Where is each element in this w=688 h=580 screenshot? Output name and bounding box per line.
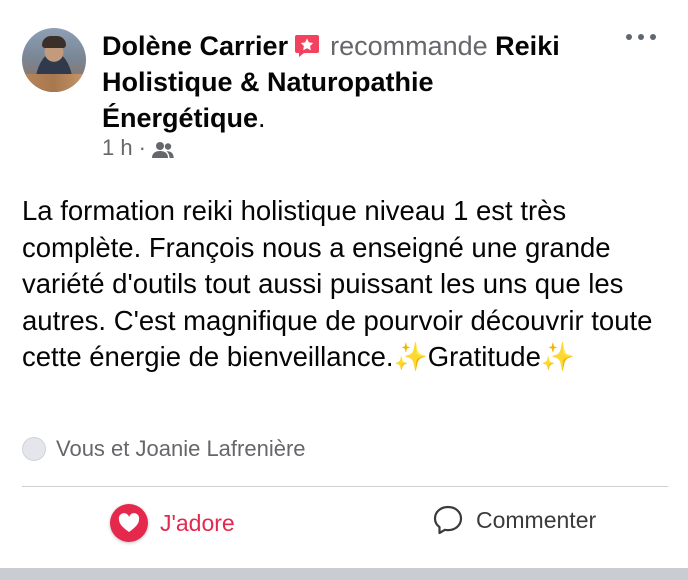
- heart-icon: [110, 504, 148, 542]
- post-header: Dolène Carrier recommande Reiki Holistiqu…: [102, 28, 602, 136]
- reaction-icon: [22, 437, 46, 461]
- reaction-names[interactable]: Vous et Joanie Lafrenière: [56, 436, 306, 462]
- author-name[interactable]: Dolène Carrier: [102, 31, 288, 61]
- friends-icon[interactable]: [151, 139, 174, 158]
- post-meta: 1 h ·: [102, 135, 174, 161]
- header-punct: .: [258, 103, 266, 133]
- post-time[interactable]: 1 h: [102, 135, 133, 161]
- love-button[interactable]: J'adore: [110, 504, 235, 542]
- post-card: Dolène Carrier recommande Reiki Holistiqu…: [0, 0, 688, 580]
- author-avatar[interactable]: [22, 28, 86, 92]
- meta-separator: ·: [138, 135, 146, 160]
- avatar-table: [22, 74, 86, 92]
- avatar-hair: [42, 36, 66, 48]
- recommend-verb: recommande: [330, 31, 488, 61]
- post-text: La formation reiki holistique niveau 1 e…: [22, 195, 653, 373]
- love-label: J'adore: [160, 509, 235, 536]
- recommendation-icon: [294, 32, 320, 58]
- actions-divider: [22, 486, 668, 487]
- feed-separator: [0, 568, 688, 580]
- reaction-summary[interactable]: Vous et Joanie Lafrenière: [22, 436, 306, 462]
- more-options-icon[interactable]: [626, 30, 656, 44]
- comment-label: Commenter: [476, 506, 597, 533]
- comment-icon: [432, 504, 464, 536]
- comment-button[interactable]: Commenter: [432, 504, 596, 536]
